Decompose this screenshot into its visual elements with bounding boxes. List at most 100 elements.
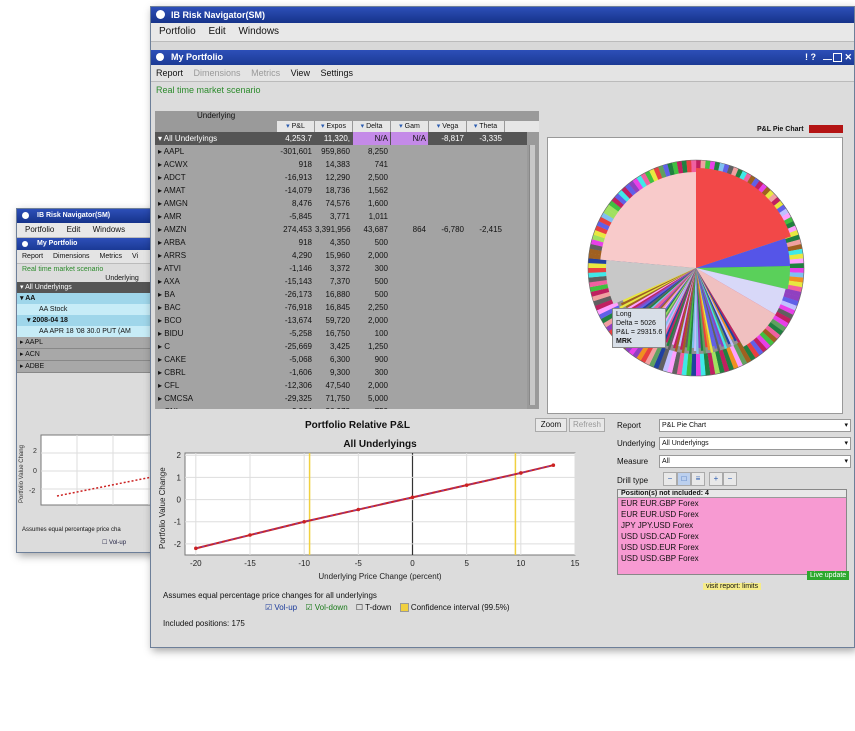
underlying-name: ▸ CBRL [158, 368, 186, 377]
column-header[interactable]: ▾ Expos [315, 121, 353, 132]
report-label: Report [617, 421, 642, 430]
menu-windows[interactable]: Windows [93, 225, 125, 234]
table-cell: 14,383 [325, 160, 350, 169]
front-menubar: Portfolio Edit Windows [151, 23, 854, 42]
pie-slice[interactable] [600, 172, 696, 268]
table-row[interactable]: ▸ ARRS 4,290 15,960 2,000 [155, 249, 527, 263]
list-item[interactable]: USD USD.EUR Forex [618, 542, 846, 553]
maximize-icon[interactable] [833, 53, 842, 62]
column-header[interactable]: ▾ Vega [429, 121, 467, 132]
column-header[interactable]: ▾ Theta [467, 121, 505, 132]
table-row[interactable]: ▸ ADCT -16,913 12,290 2,500 [155, 171, 527, 185]
window-help-controls[interactable]: ! ? [805, 50, 816, 65]
minimize-icon[interactable]: — [823, 52, 832, 67]
table-row[interactable]: ▸ AMR -5,845 3,771 1,011 [155, 210, 527, 224]
data-point [551, 463, 556, 467]
summary-row[interactable]: ▾ All Underlyings 4,253.7 11,320, N/A N/A -8,… [155, 132, 527, 146]
tab-view[interactable]: View [291, 68, 310, 78]
column-header[interactable]: ▾ P&L [277, 121, 315, 132]
vol-up-checkbox[interactable]: ☑ Vol-up [265, 603, 297, 612]
y-tick-label: 1 [177, 473, 182, 482]
tab-settings[interactable]: Settings [320, 68, 353, 78]
tab-metrics[interactable]: Metrics [251, 68, 280, 78]
close-icon[interactable]: ✕ [844, 50, 852, 65]
pie-chart [587, 159, 805, 377]
x-tick-label: -10 [298, 559, 310, 568]
column-header[interactable]: ▾ Gam [391, 121, 429, 132]
vol-down-checkbox[interactable]: ☑ Vol-down [305, 603, 347, 612]
back-vol-up-checkbox[interactable]: ☐ Vol-up [102, 539, 126, 546]
included-positions-label: Included positions: [163, 619, 230, 628]
menu-portfolio[interactable]: Portfolio [159, 26, 196, 37]
live-update-button[interactable]: Live update [807, 571, 850, 580]
table-row[interactable]: ▸ ATVI -1,146 3,372 300 [155, 262, 527, 276]
column-header[interactable]: ▾ Delta [353, 121, 391, 132]
table-row[interactable]: ▸ BA -26,173 16,880 500 [155, 288, 527, 302]
table-cell: 74,576 [325, 199, 350, 208]
table-row[interactable]: ▸ BAC -76,918 16,845 2,250 [155, 301, 527, 315]
table-row[interactable]: ▸ BCO -13,674 59,720 2,000 [155, 314, 527, 328]
drill-collapse-button[interactable]: − [663, 472, 677, 486]
chevron-down-icon: ▾ [844, 458, 848, 465]
table-row[interactable]: ▸ AMGN 8,476 74,576 1,600 [155, 197, 527, 211]
refresh-button[interactable]: Refresh [569, 418, 605, 432]
inner-titlebar[interactable]: My Portfolio ! ? — ✕ [151, 50, 854, 65]
table-cell: -5,258 [289, 329, 312, 338]
visit-report-label[interactable]: visit report: limits [703, 583, 762, 590]
table-cell: -2,304 [277, 405, 314, 409]
t-down-checkbox[interactable]: ☐ T-down [356, 603, 391, 612]
table-row[interactable]: ▸ CBRL -1,606 9,300 300 [155, 366, 527, 380]
table-row[interactable]: ▸ ACWX 918 14,383 741 [155, 158, 527, 172]
tab-report[interactable]: Report [156, 68, 183, 78]
menu-portfolio[interactable]: Portfolio [25, 225, 54, 234]
drill-mid-button[interactable]: □ [677, 472, 691, 486]
table-scrollbar[interactable] [529, 145, 535, 405]
inner-title: My Portfolio [171, 52, 223, 62]
tab-metrics[interactable]: Metrics [100, 253, 123, 260]
list-item[interactable]: EUR EUR.GBP Forex [618, 498, 846, 509]
drill-expand-button[interactable]: ≡ [691, 472, 705, 486]
add-icon[interactable]: + [709, 472, 723, 486]
table-row[interactable]: ▸ AXA -15,143 7,370 500 [155, 275, 527, 289]
remove-icon[interactable]: − [723, 472, 737, 486]
menu-edit[interactable]: Edit [208, 26, 225, 37]
table-row[interactable]: ▸ C -25,669 3,425 1,250 [155, 340, 527, 354]
front-window-titlebar[interactable]: IB Risk Navigator(SM) [151, 7, 854, 23]
table-row[interactable]: ▸ CMCSA -29,325 71,750 5,000 [155, 392, 527, 406]
tab-report[interactable]: Report [22, 253, 43, 260]
table-row[interactable]: ▸ CFL -12,306 47,540 2,000 [155, 379, 527, 393]
menu-windows[interactable]: Windows [238, 26, 279, 37]
table-row[interactable]: ▸ ARBA 918 4,350 500 [155, 236, 527, 250]
report-select[interactable]: P&L Pie Chart ▾ [659, 419, 851, 432]
measure-select[interactable]: All ▾ [659, 455, 851, 468]
table-cell: -8,817 [441, 134, 464, 143]
table-cell: 500 [374, 238, 388, 247]
tab-dimensions[interactable]: Dimensions [194, 68, 241, 78]
table-cell: 2,500 [367, 173, 388, 182]
list-item[interactable]: EUR EUR.USD Forex [618, 509, 846, 520]
table-cell: -29,325 [284, 394, 312, 403]
tab-dimensions[interactable]: Dimensions [53, 253, 90, 260]
table-row[interactable]: ▸ AMZN 274,453 3,391,956 43,687 864 -6,780 -2,… [155, 223, 527, 237]
underlying-select[interactable]: All Underlyings ▾ [659, 437, 851, 450]
table-row[interactable]: ▸ CNI-2,30436,973750 [155, 405, 527, 409]
table-row[interactable]: ▸ AAPL -301,601 959,860 8,250 [155, 145, 527, 159]
table-cell: 16,750 [325, 329, 350, 338]
menu-edit[interactable]: Edit [67, 225, 81, 234]
confidence-interval-checkbox[interactable]: Confidence interval (99.5%) [399, 603, 510, 613]
list-item[interactable]: USD USD.CAD Forex [618, 531, 846, 542]
tab-view[interactable]: Vi [132, 253, 138, 260]
table-row[interactable]: ▸ CAKE -5,068 6,300 900 [155, 353, 527, 367]
table-row[interactable]: ▸ BIDU -5,258 16,750 100 [155, 327, 527, 341]
zoom-button[interactable]: Zoom [535, 418, 567, 432]
drill-type-label: Drill type [617, 476, 649, 485]
back-inner-title: My Portfolio [37, 240, 78, 247]
data-point [302, 519, 306, 524]
table-cell: -3,335 [479, 134, 502, 143]
list-item[interactable]: JPY JPY.USD Forex [618, 520, 846, 531]
list-item[interactable]: USD USD.GBP Forex [618, 553, 846, 564]
back-ytick-0: 0 [33, 468, 37, 475]
table-cell: 100 [374, 329, 388, 338]
table-cell: 15,960 [325, 251, 350, 260]
table-row[interactable]: ▸ AMAT -14,079 18,736 1,562 [155, 184, 527, 198]
